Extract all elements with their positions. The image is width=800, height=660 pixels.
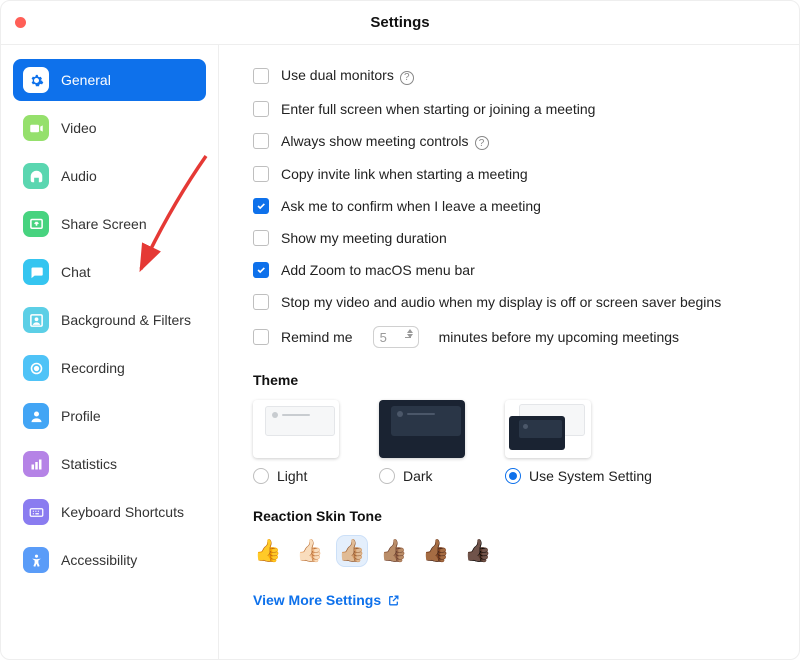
radio-light[interactable] bbox=[253, 468, 269, 484]
setting-label: Show my meeting duration bbox=[281, 230, 447, 246]
headphones-icon bbox=[23, 163, 49, 189]
video-icon bbox=[23, 115, 49, 141]
sidebar-item-label: Statistics bbox=[61, 456, 117, 472]
person-frame-icon bbox=[23, 307, 49, 333]
window-title: Settings bbox=[370, 14, 429, 31]
titlebar: Settings bbox=[1, 1, 799, 45]
skin-tone-0[interactable]: 👍 bbox=[253, 536, 283, 566]
sidebar-item-label: General bbox=[61, 72, 111, 88]
sidebar-item-share-screen[interactable]: Share Screen bbox=[13, 203, 206, 245]
setting-label: Add Zoom to macOS menu bar bbox=[281, 262, 475, 278]
checkbox-stop-av[interactable] bbox=[253, 294, 269, 310]
remind-me-checkbox[interactable] bbox=[253, 329, 269, 345]
theme-option-dark[interactable]: Dark bbox=[379, 400, 465, 484]
sidebar: General Video Audio Share Screen Chat Backgro… bbox=[1, 45, 219, 659]
remind-me-prefix: Remind me bbox=[281, 329, 353, 345]
record-icon bbox=[23, 355, 49, 381]
setting-row-show-duration: Show my meeting duration bbox=[253, 230, 771, 246]
accessibility-icon bbox=[23, 547, 49, 573]
radio-dark[interactable] bbox=[379, 468, 395, 484]
theme-heading: Theme bbox=[253, 372, 771, 388]
sidebar-item-audio[interactable]: Audio bbox=[13, 155, 206, 197]
setting-label: Copy invite link when starting a meeting bbox=[281, 166, 528, 182]
setting-row-dual-monitors: Use dual monitors? bbox=[253, 67, 771, 85]
external-link-icon bbox=[387, 594, 400, 607]
checkbox-menu-bar[interactable] bbox=[253, 262, 269, 278]
sidebar-item-label: Accessibility bbox=[61, 552, 137, 568]
skin-tone-4[interactable]: 👍🏾 bbox=[421, 536, 451, 566]
theme-option-system[interactable]: Use System Setting bbox=[505, 400, 652, 484]
checkbox-dual-monitors[interactable] bbox=[253, 68, 269, 84]
theme-option-light[interactable]: Light bbox=[253, 400, 339, 484]
setting-row-full-screen: Enter full screen when starting or joini… bbox=[253, 101, 771, 117]
setting-row-confirm-leave: Ask me to confirm when I leave a meeting bbox=[253, 198, 771, 214]
setting-label: Always show meeting controls? bbox=[281, 133, 489, 151]
sidebar-item-label: Share Screen bbox=[61, 216, 147, 232]
checkbox-show-duration[interactable] bbox=[253, 230, 269, 246]
sidebar-item-chat[interactable]: Chat bbox=[13, 251, 206, 293]
skin-tone-2[interactable]: 👍🏼 bbox=[337, 536, 367, 566]
sidebar-item-profile[interactable]: Profile bbox=[13, 395, 206, 437]
share-icon bbox=[23, 211, 49, 237]
sidebar-item-video[interactable]: Video bbox=[13, 107, 206, 149]
setting-row-menu-bar: Add Zoom to macOS menu bar bbox=[253, 262, 771, 278]
setting-row-copy-invite: Copy invite link when starting a meeting bbox=[253, 166, 771, 182]
help-icon[interactable]: ? bbox=[400, 71, 414, 85]
checkbox-copy-invite[interactable] bbox=[253, 166, 269, 182]
main-panel: Use dual monitors? Enter full screen when… bbox=[219, 45, 799, 659]
theme-label: Dark bbox=[403, 468, 433, 484]
help-icon[interactable]: ? bbox=[475, 136, 489, 150]
sidebar-item-general[interactable]: General bbox=[13, 59, 206, 101]
setting-row-stop-av: Stop my video and audio when my display … bbox=[253, 294, 771, 310]
window-controls bbox=[15, 17, 26, 28]
remind-me-row: Remind me 5 minutes before my upcoming m… bbox=[253, 326, 771, 348]
remind-me-suffix: minutes before my upcoming meetings bbox=[439, 329, 679, 345]
sidebar-item-label: Keyboard Shortcuts bbox=[61, 504, 184, 520]
keyboard-icon bbox=[23, 499, 49, 525]
sidebar-item-keyboard-shortcuts[interactable]: Keyboard Shortcuts bbox=[13, 491, 206, 533]
radio-system[interactable] bbox=[505, 468, 521, 484]
gear-icon bbox=[23, 67, 49, 93]
theme-label: Light bbox=[277, 468, 307, 484]
close-window-button[interactable] bbox=[15, 17, 26, 28]
skin-tone-3[interactable]: 👍🏽 bbox=[379, 536, 409, 566]
view-more-settings-link[interactable]: View More Settings bbox=[253, 592, 400, 608]
remind-minutes-input[interactable]: 5 bbox=[373, 326, 419, 348]
sidebar-item-label: Video bbox=[61, 120, 97, 136]
theme-label: Use System Setting bbox=[529, 468, 652, 484]
setting-label: Use dual monitors? bbox=[281, 67, 414, 85]
checkbox-show-controls[interactable] bbox=[253, 133, 269, 149]
skin-tone-heading: Reaction Skin Tone bbox=[253, 508, 771, 524]
profile-icon bbox=[23, 403, 49, 429]
sidebar-item-statistics[interactable]: Statistics bbox=[13, 443, 206, 485]
setting-label: Ask me to confirm when I leave a meeting bbox=[281, 198, 541, 214]
sidebar-item-label: Recording bbox=[61, 360, 125, 376]
sidebar-item-label: Profile bbox=[61, 408, 101, 424]
sidebar-item-accessibility[interactable]: Accessibility bbox=[13, 539, 206, 581]
bars-icon bbox=[23, 451, 49, 477]
skin-tone-5[interactable]: 👍🏿 bbox=[463, 536, 493, 566]
skin-tone-1[interactable]: 👍🏻 bbox=[295, 536, 325, 566]
sidebar-item-label: Audio bbox=[61, 168, 97, 184]
sidebar-item-label: Chat bbox=[61, 264, 91, 280]
checkbox-full-screen[interactable] bbox=[253, 101, 269, 117]
setting-row-show-controls: Always show meeting controls? bbox=[253, 133, 771, 151]
setting-label: Enter full screen when starting or joini… bbox=[281, 101, 595, 117]
sidebar-item-label: Background & Filters bbox=[61, 312, 191, 328]
setting-label: Stop my video and audio when my display … bbox=[281, 294, 721, 310]
chat-icon bbox=[23, 259, 49, 285]
sidebar-item-recording[interactable]: Recording bbox=[13, 347, 206, 389]
checkbox-confirm-leave[interactable] bbox=[253, 198, 269, 214]
sidebar-item-background-filters[interactable]: Background & Filters bbox=[13, 299, 206, 341]
